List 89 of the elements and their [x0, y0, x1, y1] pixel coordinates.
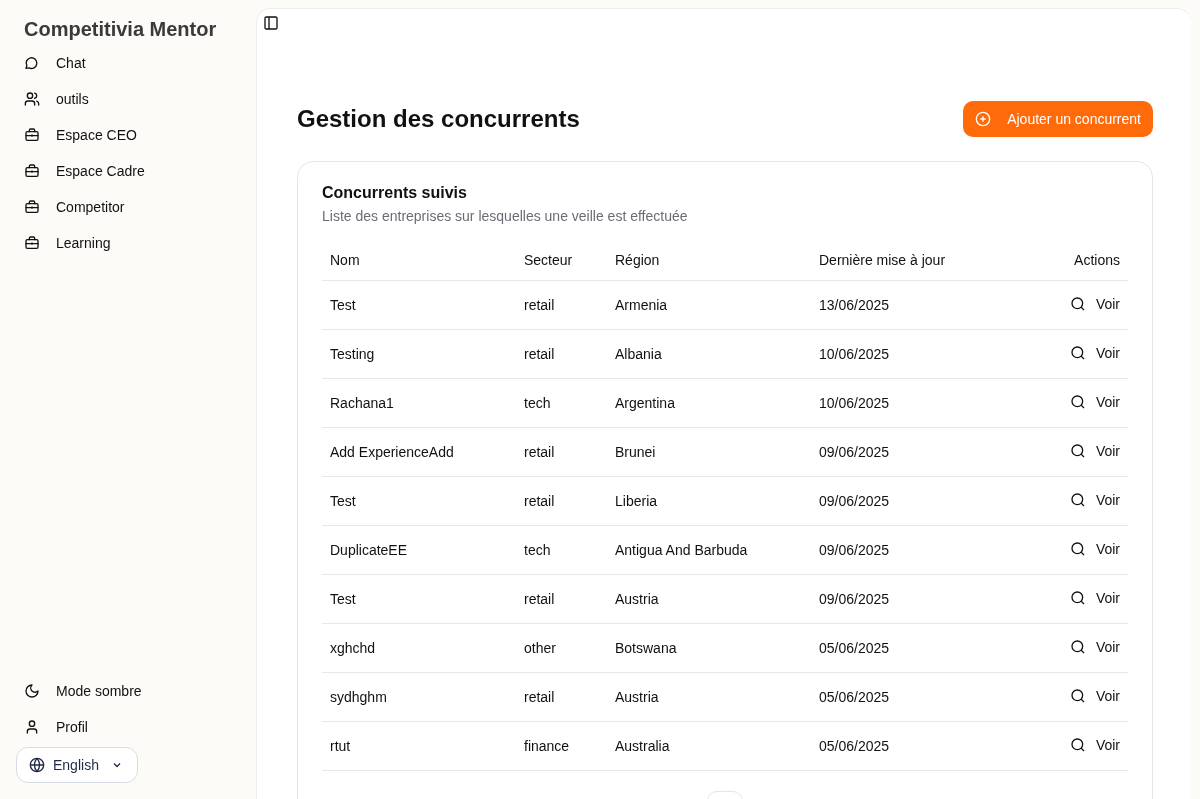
table-cell: 09/06/2025 [811, 525, 1028, 575]
view-button[interactable]: Voir [1069, 491, 1120, 508]
table-cell: Botswana [607, 623, 811, 673]
table-cell: Test [322, 476, 516, 526]
table-cell: Test [322, 574, 516, 624]
view-button[interactable]: Voir [1069, 687, 1120, 704]
table-cell: Add ExperienceAdd [322, 427, 516, 477]
table-cell: finance [516, 721, 607, 771]
view-button[interactable]: Voir [1069, 540, 1120, 557]
view-button[interactable]: Voir [1069, 638, 1120, 655]
table-cell: Austria [607, 672, 811, 722]
search-icon [1069, 638, 1086, 655]
table-cell: 09/06/2025 [811, 427, 1028, 477]
view-button[interactable]: Voir [1069, 344, 1120, 361]
column-header: Dernière mise à jour [811, 240, 1028, 281]
table-cell: xghchd [322, 623, 516, 673]
briefcase-icon [24, 127, 40, 143]
table-cell: sydhghm [322, 672, 516, 722]
table-cell: 10/06/2025 [811, 378, 1028, 428]
table-cell: tech [516, 378, 607, 428]
view-button[interactable]: Voir [1069, 736, 1120, 753]
table-cell: Argentina [607, 378, 811, 428]
moon-icon [24, 683, 40, 699]
table-cell: retail [516, 672, 607, 722]
app-title: Competitivia Mentor [24, 18, 218, 41]
table-cell: tech [516, 525, 607, 575]
briefcase-icon [24, 235, 40, 251]
view-button[interactable]: Voir [1069, 295, 1120, 312]
table-cell: DuplicateEE [322, 525, 516, 575]
table-cell: Antigua And Barbuda [607, 525, 811, 575]
table-cell: 05/06/2025 [811, 623, 1028, 673]
table-cell: 10/06/2025 [811, 329, 1028, 379]
chat-bubble-icon [24, 55, 40, 71]
search-icon [1069, 540, 1086, 557]
globe-icon [29, 757, 45, 773]
search-icon [1069, 491, 1086, 508]
card-title: Concurrents suivis [322, 184, 468, 202]
table-cell: 05/06/2025 [811, 672, 1028, 722]
search-icon [1069, 687, 1086, 704]
column-header: Nom [322, 240, 516, 281]
table-cell: retail [516, 329, 607, 379]
view-button[interactable]: Voir [1069, 589, 1120, 606]
table-cell: 09/06/2025 [811, 574, 1028, 624]
briefcase-icon [24, 163, 40, 179]
briefcase-icon [24, 199, 40, 215]
column-header: Actions [1027, 240, 1128, 281]
table-cell: Albania [607, 329, 811, 379]
table-cell: Rachana1 [322, 378, 516, 428]
column-header: Région [607, 240, 811, 281]
sidebar-toggle-icon[interactable] [263, 15, 279, 31]
sidebar-item[interactable]: Learning [24, 225, 240, 261]
column-header: Secteur [516, 240, 607, 281]
sidebar-item[interactable]: Espace CEO [24, 117, 240, 153]
table-cell: Testing [322, 329, 516, 379]
sidebar-item[interactable]: outils [24, 81, 240, 117]
table-cell: 13/06/2025 [811, 280, 1028, 330]
search-icon [1069, 344, 1086, 361]
page-title: Gestion des concurrents [297, 105, 580, 133]
table-cell: Brunei [607, 427, 811, 477]
search-icon [1069, 295, 1086, 312]
search-icon [1069, 589, 1086, 606]
search-icon [1069, 736, 1086, 753]
plus-circle-icon [975, 111, 992, 127]
view-button[interactable]: Voir [1069, 393, 1120, 410]
table-cell: retail [516, 574, 607, 624]
sidebar-item[interactable]: Competitor [24, 189, 240, 225]
table-cell: other [516, 623, 607, 673]
table-cell: Austria [607, 574, 811, 624]
card-subtitle: Liste des entreprises sur lesquelles une veille est effectuée [322, 208, 689, 224]
sidebar-item[interactable]: Chat [24, 45, 240, 81]
table-cell: Armenia [607, 280, 811, 330]
table-cell: retail [516, 476, 607, 526]
search-icon [1069, 393, 1086, 410]
sidebar-item[interactable]: Mode sombre [24, 673, 240, 709]
table-cell: retail [516, 280, 607, 330]
user-icon [24, 719, 40, 735]
sidebar-item[interactable]: Profil [24, 709, 240, 745]
view-button[interactable]: Voir [1069, 442, 1120, 459]
table-cell: 09/06/2025 [811, 476, 1028, 526]
search-icon [1069, 442, 1086, 459]
table-cell: Australia [607, 721, 811, 771]
table-cell: retail [516, 427, 607, 477]
table-cell: Liberia [607, 476, 811, 526]
table-cell: 05/06/2025 [811, 721, 1028, 771]
language-selector[interactable]: English [16, 747, 138, 783]
table-cell: rtut [322, 721, 516, 771]
table-cell: Test [322, 280, 516, 330]
sidebar-item[interactable]: Espace Cadre [24, 153, 240, 189]
users-icon [24, 91, 40, 107]
